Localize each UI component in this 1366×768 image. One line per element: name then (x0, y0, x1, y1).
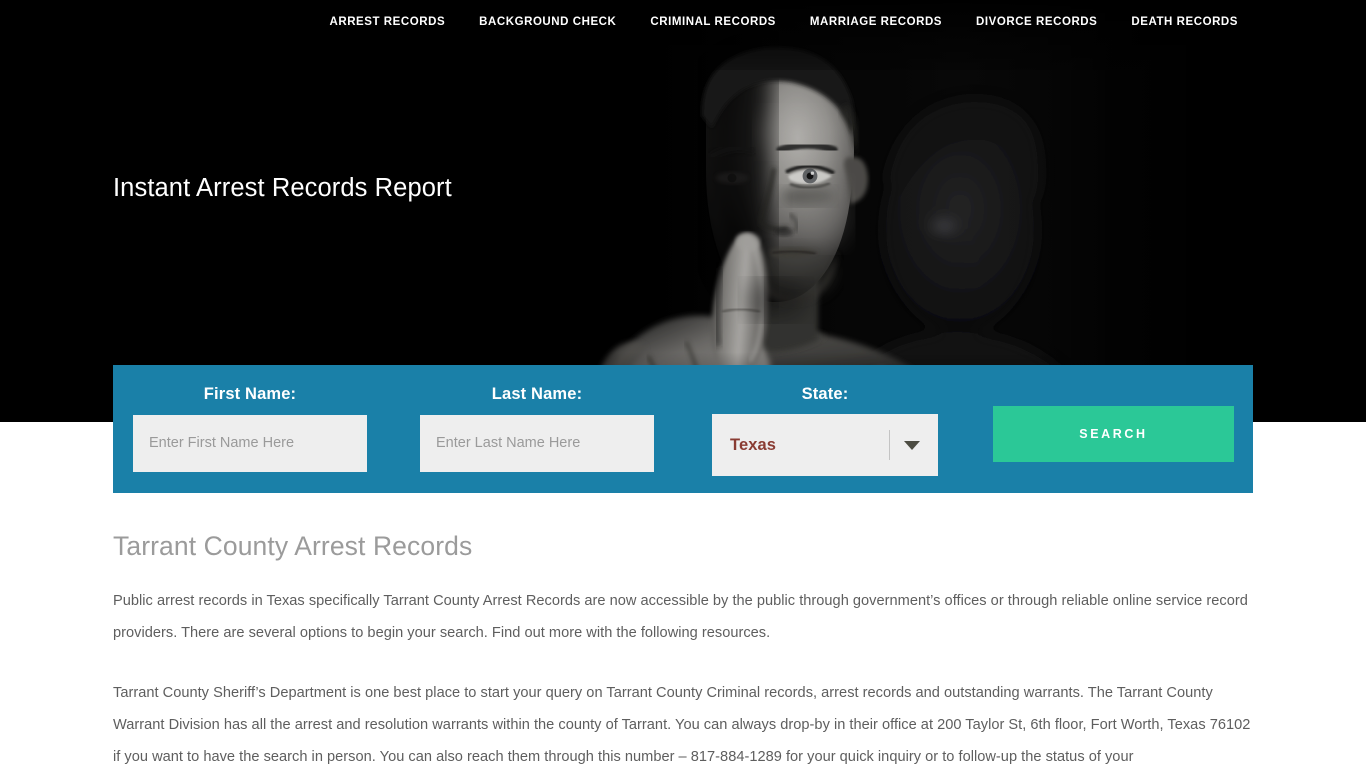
search-button[interactable]: SEARCH (993, 406, 1234, 462)
last-name-input[interactable] (420, 414, 654, 472)
select-separator (889, 429, 890, 460)
nav-item-divorce-records[interactable]: DIVORCE RECORDS (959, 0, 1114, 44)
main-content: Tarrant County Arrest Records Public arr… (113, 530, 1253, 768)
nav-item-arrest-records[interactable]: ARREST RECORDS (312, 0, 462, 44)
last-name-field-group: Last Name: (420, 365, 654, 472)
last-name-label: Last Name: (491, 385, 583, 403)
main-navigation: ARREST RECORDS BACKGROUND CHECK CRIMINAL… (0, 0, 1366, 44)
nav-item-marriage-records[interactable]: MARRIAGE RECORDS (793, 0, 959, 44)
paragraph-text-after-phone: for your quick inquiry or to follow-up t… (781, 749, 1134, 766)
nav-item-background-check[interactable]: BACKGROUND CHECK (462, 0, 633, 44)
state-select[interactable]: Texas (712, 413, 938, 476)
search-form-bar: First Name: Last Name: State: Texas SEAR… (113, 365, 1253, 493)
first-name-input[interactable] (133, 414, 367, 472)
hero-section: ARREST RECORDS BACKGROUND CHECK CRIMINAL… (0, 0, 1366, 422)
nav-item-criminal-records[interactable]: CRIMINAL RECORDS (633, 0, 793, 44)
first-name-label: First Name: (203, 385, 297, 403)
sheriff-department-paragraph: Tarrant County Sheriff’s Department is o… (113, 677, 1253, 768)
page-root: ARREST RECORDS BACKGROUND CHECK CRIMINAL… (0, 0, 1366, 768)
state-field-group: State: Texas (712, 365, 938, 476)
phone-number-link[interactable]: 817-884-1289 (691, 749, 782, 765)
hero-title: Instant Arrest Records Report (113, 174, 452, 202)
state-label: State: (801, 385, 849, 403)
nav-item-death-records[interactable]: DEATH RECORDS (1114, 0, 1238, 44)
intro-paragraph: Public arrest records in Texas specifica… (113, 593, 1248, 642)
state-selected-value: Texas (730, 435, 777, 454)
search-form-row: First Name: Last Name: State: Texas SEAR… (113, 365, 1253, 493)
chevron-down-icon (904, 440, 920, 450)
hero-photo-svg (0, 0, 1366, 422)
page-title: Tarrant County Arrest Records (113, 531, 473, 561)
first-name-field-group: First Name: (133, 365, 367, 472)
nav-list: ARREST RECORDS BACKGROUND CHECK CRIMINAL… (312, 0, 1238, 44)
hero-background-photo (0, 0, 1366, 422)
